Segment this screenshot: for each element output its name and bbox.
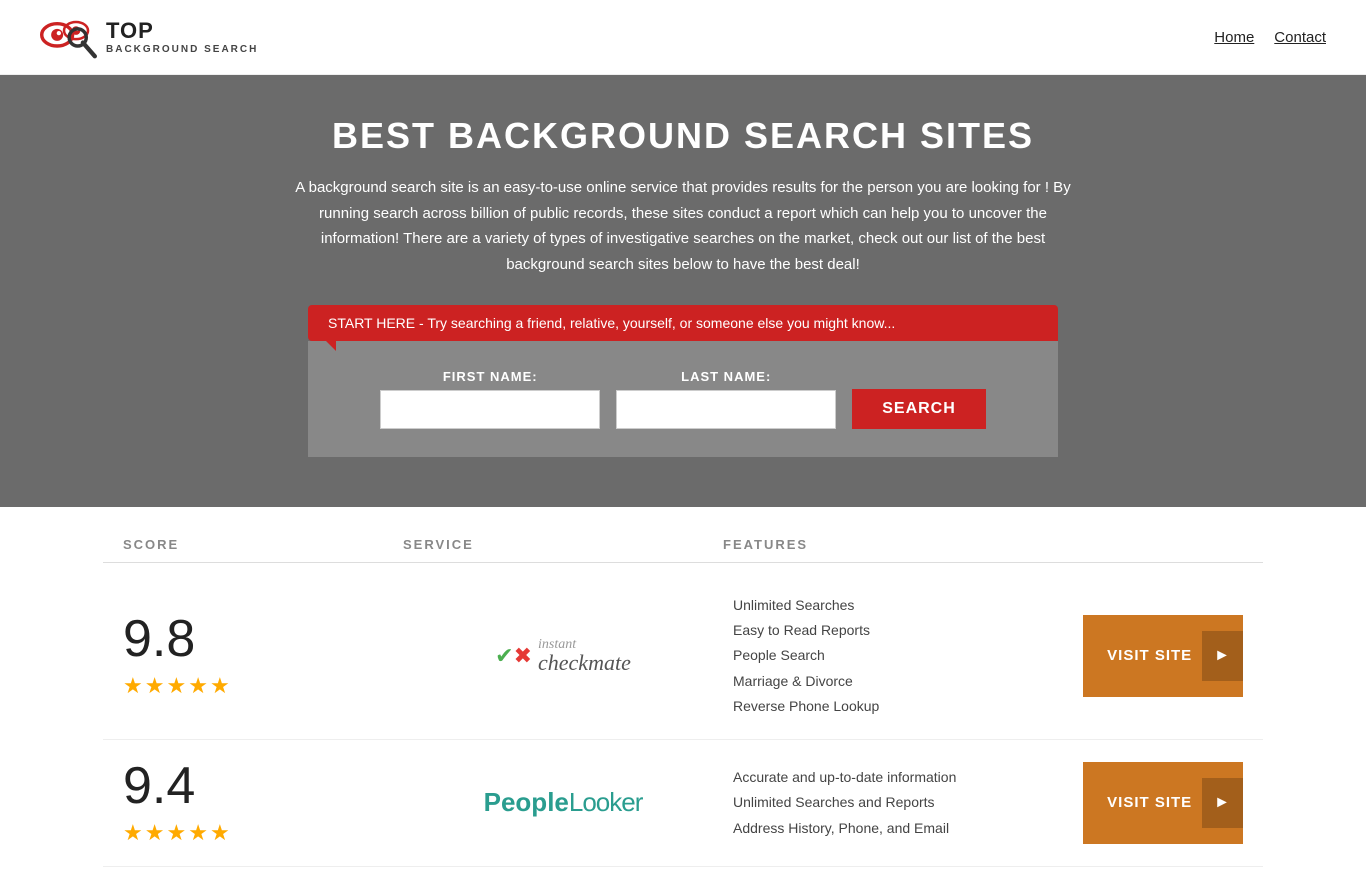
instant-checkmate-logo: ✔ ✖ instant checkmate bbox=[495, 638, 631, 674]
visit-col-1: VISIT SITE ► bbox=[1043, 615, 1243, 697]
logo-top-text: TOP bbox=[106, 19, 258, 43]
star-1-1: ★ bbox=[123, 673, 143, 699]
search-form: FIRST NAME: LAST NAME: SEARCH bbox=[308, 341, 1058, 457]
visit-arrow-1: ► bbox=[1202, 631, 1243, 681]
people-looker-logo: People Looker bbox=[484, 787, 643, 818]
first-name-label: FIRST NAME: bbox=[380, 369, 600, 384]
checkmate-word-checkmate: checkmate bbox=[538, 652, 631, 674]
visit-site-button-1[interactable]: VISIT SITE ► bbox=[1083, 615, 1243, 697]
results-section: SCORE SERVICE FEATURES 9.8 ★ ★ ★ ★ ★ ✔ ✖… bbox=[83, 507, 1283, 887]
score-col-1: 9.8 ★ ★ ★ ★ ★ bbox=[123, 613, 403, 699]
nav-contact[interactable]: Contact bbox=[1274, 29, 1326, 46]
star-1-4: ★ bbox=[188, 673, 208, 699]
feature-1-3: People Search bbox=[733, 643, 1043, 668]
feature-2-1: Accurate and up-to-date information bbox=[733, 765, 1043, 790]
star-2-1: ★ bbox=[123, 820, 143, 846]
logo-icon bbox=[40, 12, 100, 62]
search-button[interactable]: SEARCH bbox=[852, 389, 986, 429]
star-1-3: ★ bbox=[166, 673, 186, 699]
logo-bottom-text: BACKGROUND SEARCH bbox=[106, 44, 258, 55]
visit-label-2: VISIT SITE bbox=[1107, 794, 1192, 811]
checkmate-x-icon: ✖ bbox=[514, 643, 532, 669]
visit-label-1: VISIT SITE bbox=[1107, 647, 1192, 664]
star-2-3: ★ bbox=[166, 820, 186, 846]
features-col-2: Accurate and up-to-date information Unli… bbox=[723, 765, 1043, 841]
feature-2-2: Unlimited Searches and Reports bbox=[733, 790, 1043, 815]
table-row: 9.8 ★ ★ ★ ★ ★ ✔ ✖ instant checkmate Unli… bbox=[103, 573, 1263, 740]
service-col-1: ✔ ✖ instant checkmate bbox=[403, 638, 723, 674]
visit-col-2: VISIT SITE ► bbox=[1043, 762, 1243, 844]
star-2-4: ★ bbox=[188, 820, 208, 846]
visit-site-button-2[interactable]: VISIT SITE ► bbox=[1083, 762, 1243, 844]
star-2-2: ★ bbox=[145, 820, 165, 846]
stars-1: ★ ★ ★ ★ ★ bbox=[123, 673, 230, 699]
star-1-5: ★ bbox=[210, 673, 230, 699]
service-col-2: People Looker bbox=[403, 787, 723, 818]
features-col-1: Unlimited Searches Easy to Read Reports … bbox=[723, 593, 1043, 719]
search-callout: START HERE - Try searching a friend, rel… bbox=[308, 305, 1058, 341]
feature-2-3: Address History, Phone, and Email bbox=[733, 816, 1043, 841]
main-nav: Home Contact bbox=[1214, 29, 1326, 46]
table-header: SCORE SERVICE FEATURES bbox=[103, 527, 1263, 563]
col-features: FEATURES bbox=[723, 537, 1043, 552]
last-name-input[interactable] bbox=[616, 390, 836, 429]
logo: TOP BACKGROUND SEARCH bbox=[40, 12, 258, 62]
stars-2: ★ ★ ★ ★ ★ bbox=[123, 820, 230, 846]
checkmate-check-icon: ✔ bbox=[495, 643, 513, 669]
score-col-2: 9.4 ★ ★ ★ ★ ★ bbox=[123, 760, 403, 846]
hero-section: BEST BACKGROUND SEARCH SITES A backgroun… bbox=[0, 75, 1366, 507]
people-looker-people: People bbox=[484, 787, 569, 818]
hero-title: BEST BACKGROUND SEARCH SITES bbox=[20, 115, 1346, 157]
col-score: SCORE bbox=[123, 537, 403, 552]
feature-1-4: Marriage & Divorce bbox=[733, 669, 1043, 694]
last-name-group: LAST NAME: bbox=[616, 369, 836, 429]
col-action bbox=[1043, 537, 1243, 552]
last-name-label: LAST NAME: bbox=[616, 369, 836, 384]
logo-text: TOP BACKGROUND SEARCH bbox=[106, 19, 258, 54]
first-name-group: FIRST NAME: bbox=[380, 369, 600, 429]
score-value-1: 9.8 bbox=[123, 613, 195, 665]
star-2-5: ★ bbox=[210, 820, 230, 846]
col-service: SERVICE bbox=[403, 537, 723, 552]
hero-description: A background search site is an easy-to-u… bbox=[293, 175, 1073, 277]
feature-1-2: Easy to Read Reports bbox=[733, 618, 1043, 643]
site-header: TOP BACKGROUND SEARCH Home Contact bbox=[0, 0, 1366, 75]
table-row: 9.4 ★ ★ ★ ★ ★ People Looker Accurate and… bbox=[103, 740, 1263, 867]
visit-arrow-2: ► bbox=[1202, 778, 1243, 828]
feature-1-1: Unlimited Searches bbox=[733, 593, 1043, 618]
checkmate-brand-text: instant checkmate bbox=[538, 638, 631, 674]
first-name-input[interactable] bbox=[380, 390, 600, 429]
nav-home[interactable]: Home bbox=[1214, 29, 1254, 46]
feature-1-5: Reverse Phone Lookup bbox=[733, 694, 1043, 719]
people-looker-looker: Looker bbox=[569, 787, 643, 818]
star-1-2: ★ bbox=[145, 673, 165, 699]
